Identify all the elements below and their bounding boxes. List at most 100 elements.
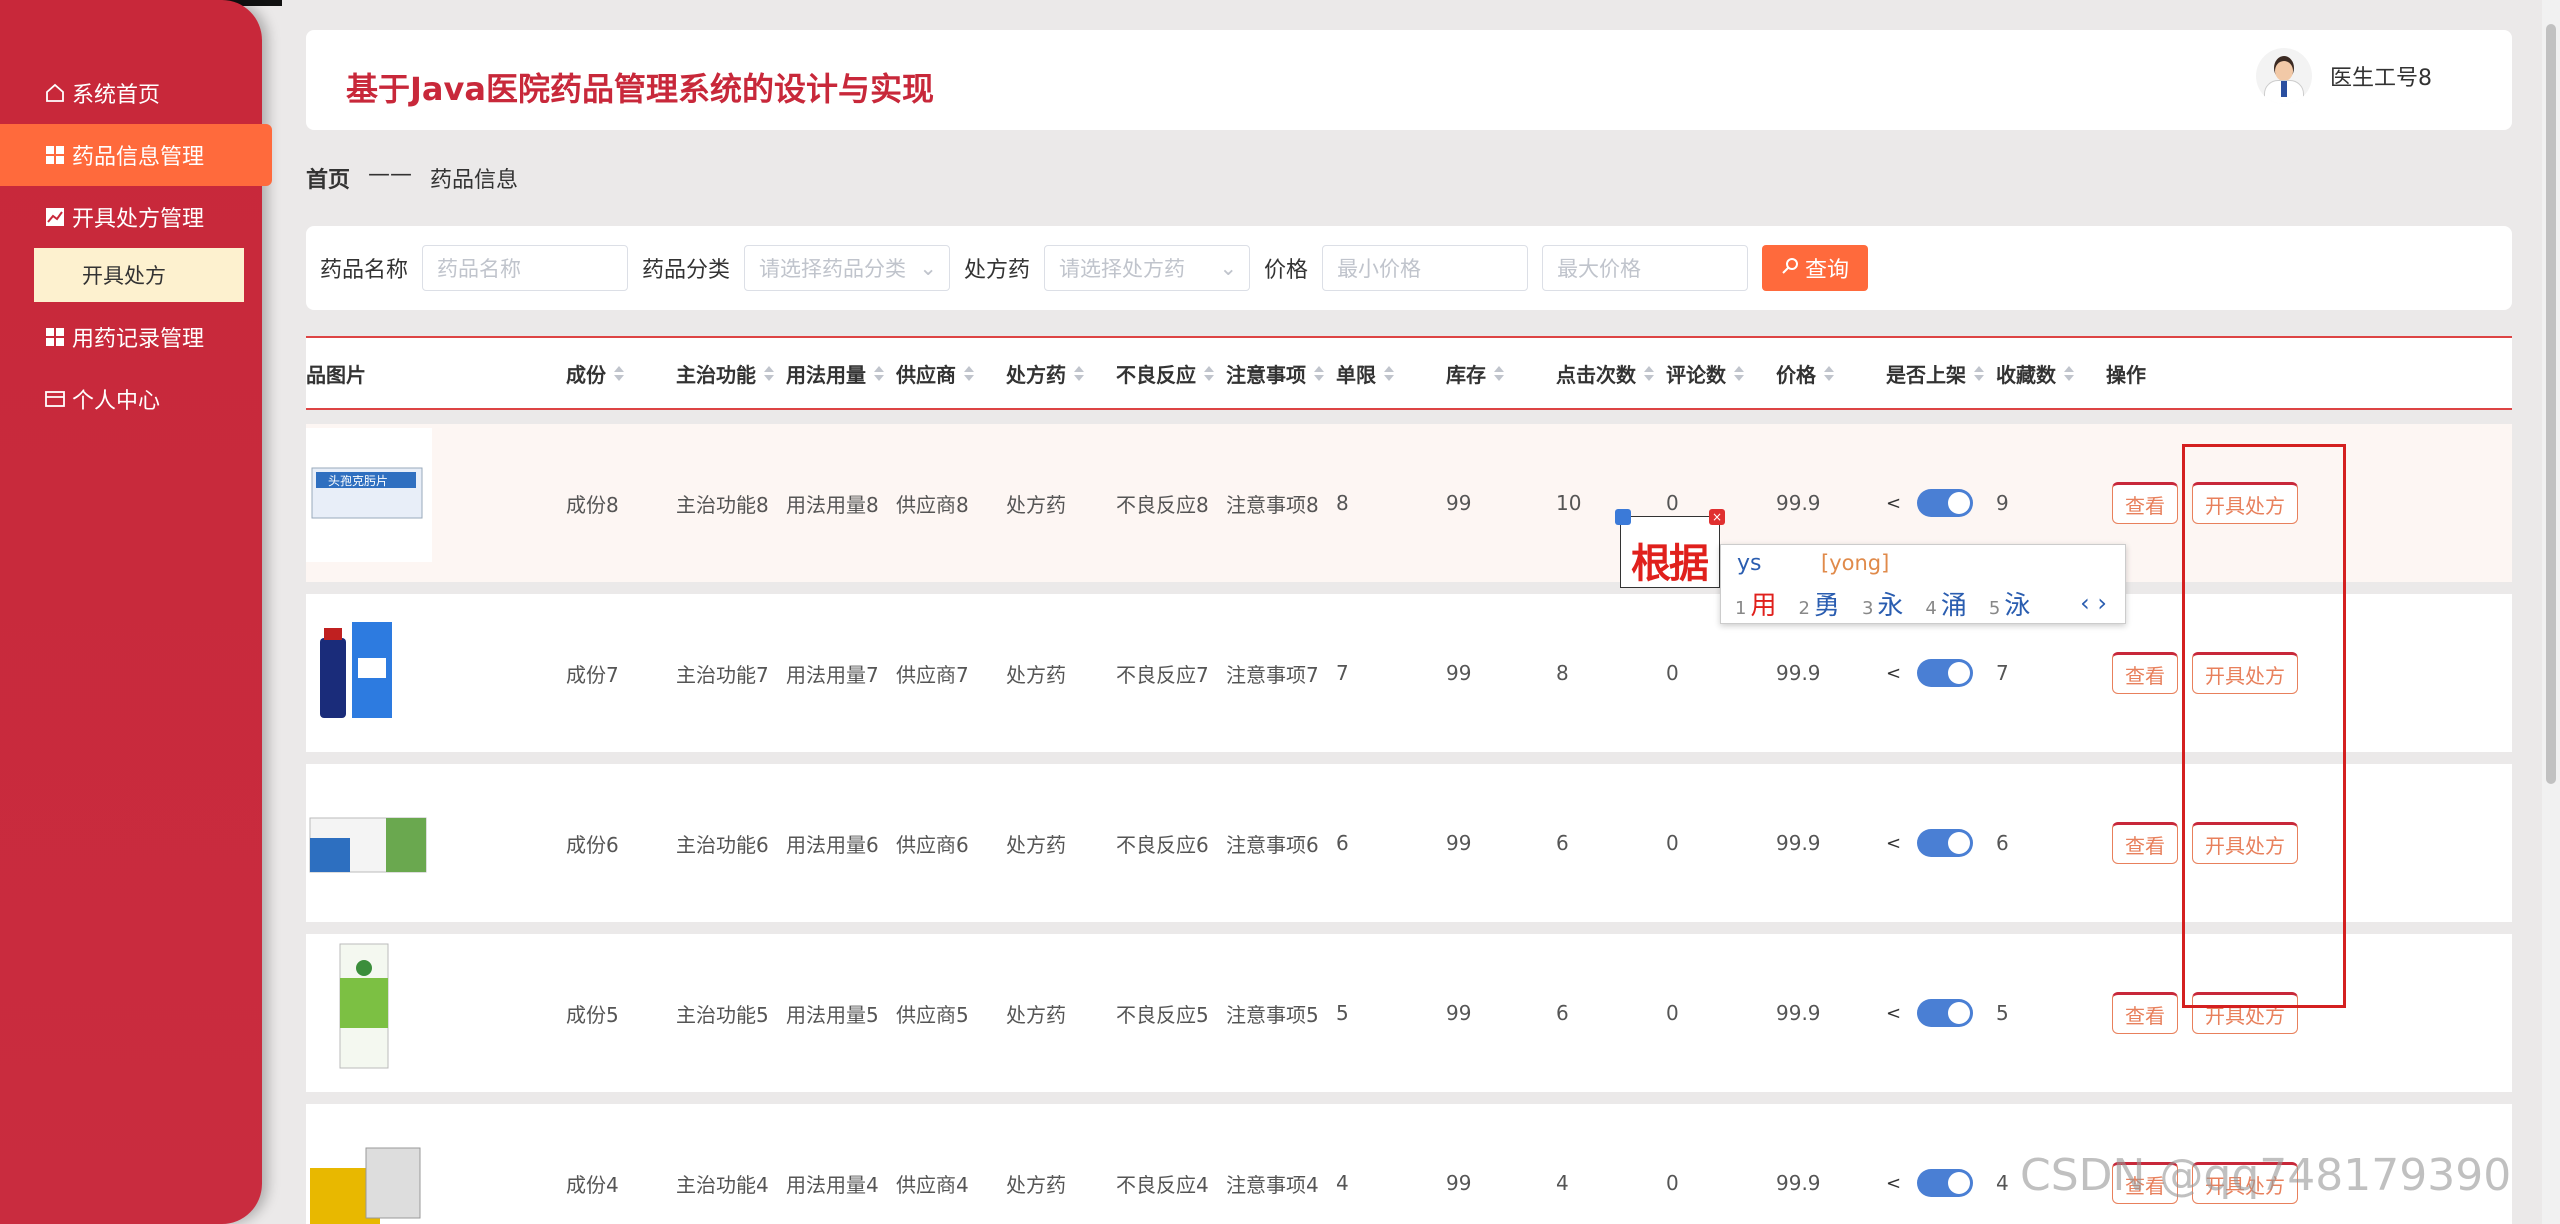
th-function[interactable]: 主治功能 xyxy=(676,359,774,388)
th-usage[interactable]: 用法用量 xyxy=(786,359,884,388)
view-button[interactable]: 查看 xyxy=(2112,822,2178,864)
th-price[interactable]: 价格 xyxy=(1776,359,1834,388)
sidebar-subitem-label: 开具处方 xyxy=(82,260,166,290)
cell-function: 主治功能7 xyxy=(676,594,769,752)
view-button[interactable]: 查看 xyxy=(2112,652,2178,694)
cell-ingredient: 成份5 xyxy=(566,934,619,1092)
ime-candidate[interactable]: 1用 xyxy=(1735,585,1776,622)
th-favorites[interactable]: 收藏数 xyxy=(1996,359,2074,388)
cell-comments: 0 xyxy=(1666,1104,1679,1224)
th-supplier[interactable]: 供应商 xyxy=(896,359,974,388)
query-button[interactable]: 查询 xyxy=(1762,245,1868,291)
table-header: 品图片 成份 主治功能 用法用量 供应商 处方药 不良反应 注意事项 单限 库存… xyxy=(306,336,2512,410)
ime-candidate-panel: ys [yong] 1用 2勇 3永 4涌 5泳 ‹ › xyxy=(1720,544,2126,624)
chevron-down-icon: ⌄ xyxy=(1219,256,1237,280)
share-icon[interactable]: < xyxy=(1886,833,1901,854)
cell-limit: 8 xyxy=(1336,424,1349,582)
ime-candidate[interactable]: 2勇 xyxy=(1798,585,1839,622)
view-button[interactable]: 查看 xyxy=(2112,992,2178,1034)
user-name: 医生工号8 xyxy=(2330,60,2432,92)
share-icon[interactable]: < xyxy=(1886,1173,1901,1194)
cell-price: 99.9 xyxy=(1776,934,1821,1092)
ime-close-icon[interactable]: × xyxy=(1709,509,1725,525)
avatar xyxy=(2256,48,2312,104)
drug-name-label: 药品名称 xyxy=(320,252,408,284)
cell-favorites: 6 xyxy=(1996,764,2009,922)
cell-on-shelf: < xyxy=(1886,1104,1973,1224)
cell-supplier: 供应商5 xyxy=(896,934,969,1092)
chart-icon xyxy=(44,206,66,228)
cell-adverse: 不良反应5 xyxy=(1116,934,1209,1092)
sidebar-item-label: 开具处方管理 xyxy=(72,201,204,233)
sidebar-item-medication-record[interactable]: 用药记录管理 xyxy=(0,306,262,368)
cell-notes: 注意事项4 xyxy=(1226,1104,1319,1224)
share-icon[interactable]: < xyxy=(1886,663,1901,684)
cell-clicks: 6 xyxy=(1556,934,1569,1092)
ime-page-nav[interactable]: ‹ › xyxy=(2080,589,2107,617)
on-shelf-toggle[interactable] xyxy=(1917,1169,1973,1197)
drug-name-input[interactable]: 药品名称 xyxy=(422,245,628,291)
cell-price: 99.9 xyxy=(1776,764,1821,922)
cell-comments: 0 xyxy=(1666,594,1679,752)
sidebar-subitem-prescribe[interactable]: 开具处方 xyxy=(34,248,244,302)
cell-adverse: 不良反应7 xyxy=(1116,594,1209,752)
th-ingredient[interactable]: 成份 xyxy=(566,359,624,388)
breadcrumb-home[interactable]: 首页 xyxy=(306,162,350,194)
th-comments[interactable]: 评论数 xyxy=(1666,359,1744,388)
share-icon[interactable]: < xyxy=(1886,1003,1901,1024)
user-menu[interactable]: 医生工号8 xyxy=(2256,48,2432,104)
on-shelf-toggle[interactable] xyxy=(1917,829,1973,857)
th-actions: 操作 xyxy=(2106,359,2146,388)
sidebar-item-drug-info[interactable]: 药品信息管理 xyxy=(0,124,272,186)
breadcrumb: 首页 —— 药品信息 xyxy=(306,162,518,194)
sidebar-item-label: 用药记录管理 xyxy=(72,321,204,353)
th-limit[interactable]: 单限 xyxy=(1336,359,1394,388)
card-icon xyxy=(44,388,66,410)
th-adverse[interactable]: 不良反应 xyxy=(1116,359,1214,388)
cell-rx: 处方药 xyxy=(1006,764,1066,922)
ime-candidate[interactable]: 4涌 xyxy=(1925,585,1966,622)
cell-stock: 99 xyxy=(1446,1104,1471,1224)
rx-select[interactable]: 请选择处方药 ⌄ xyxy=(1044,245,1250,291)
th-on-shelf[interactable]: 是否上架 xyxy=(1886,359,1984,388)
sidebar-item-prescription-mgmt[interactable]: 开具处方管理 xyxy=(0,186,262,248)
cell-comments: 0 xyxy=(1666,934,1679,1092)
cell-adverse: 不良反应8 xyxy=(1116,424,1209,582)
cell-ingredient: 成份6 xyxy=(566,764,619,922)
drug-category-select[interactable]: 请选择药品分类 ⌄ xyxy=(744,245,950,291)
drug-image: 头孢克肟片 xyxy=(306,428,432,562)
svg-text:头孢克肟片: 头孢克肟片 xyxy=(328,474,388,488)
cell-ingredient: 成份4 xyxy=(566,1104,619,1224)
cell-clicks: 8 xyxy=(1556,594,1569,752)
header: 基于Java医院药品管理系统的设计与实现 医生工号8 xyxy=(306,30,2512,130)
on-shelf-toggle[interactable] xyxy=(1917,659,1973,687)
sidebar-item-home[interactable]: 系统首页 xyxy=(0,62,262,124)
share-icon[interactable]: < xyxy=(1886,493,1901,514)
cell-price: 99.9 xyxy=(1776,1104,1821,1224)
cell-supplier: 供应商7 xyxy=(896,594,969,752)
th-notes[interactable]: 注意事项 xyxy=(1226,359,1324,388)
th-rx[interactable]: 处方药 xyxy=(1006,359,1084,388)
cell-usage: 用法用量7 xyxy=(786,594,879,752)
cell-function: 主治功能5 xyxy=(676,934,769,1092)
min-price-input[interactable]: 最小价格 xyxy=(1322,245,1528,291)
ime-refresh-icon[interactable] xyxy=(1615,509,1631,525)
cell-limit: 7 xyxy=(1336,594,1349,752)
th-stock[interactable]: 库存 xyxy=(1446,359,1504,388)
price-label: 价格 xyxy=(1264,252,1308,284)
cell-supplier: 供应商4 xyxy=(896,1104,969,1224)
cell-usage: 用法用量4 xyxy=(786,1104,879,1224)
scrollbar[interactable] xyxy=(2542,0,2560,1224)
cell-limit: 4 xyxy=(1336,1104,1349,1224)
watermark: CSDN @qq748179390 xyxy=(2020,1150,2511,1201)
view-button[interactable]: 查看 xyxy=(2112,482,2178,524)
max-price-input[interactable]: 最大价格 xyxy=(1542,245,1748,291)
ime-candidate[interactable]: 3永 xyxy=(1862,585,1903,622)
th-clicks[interactable]: 点击次数 xyxy=(1556,359,1654,388)
on-shelf-toggle[interactable] xyxy=(1917,489,1973,517)
page-title: 基于Java医院药品管理系统的设计与实现 xyxy=(346,64,934,110)
on-shelf-toggle[interactable] xyxy=(1917,999,1973,1027)
ime-candidate[interactable]: 5泳 xyxy=(1989,585,2030,622)
sidebar-item-personal-center[interactable]: 个人中心 xyxy=(0,368,262,430)
highlight-box xyxy=(2182,444,2346,1008)
